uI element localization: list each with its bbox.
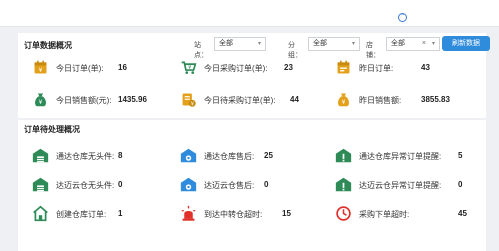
calendar-order-icon: ¥ bbox=[34, 60, 47, 74]
stat-create-warehouse-order: 创建仓库订单: 1 bbox=[32, 203, 172, 225]
pending-purchase-icon: ¥ bbox=[182, 93, 196, 107]
stat-today-purchase-orders: ¥ 今日采购订单(单): 23 bbox=[180, 57, 320, 79]
stat-label: 通达仓库售后: bbox=[204, 152, 255, 161]
warehouse-alert-icon bbox=[335, 177, 352, 192]
stat-value: 43 bbox=[421, 63, 430, 72]
close-icon[interactable]: × bbox=[422, 38, 426, 50]
store-select-value: 全部 bbox=[391, 40, 405, 47]
refresh-data-button[interactable]: 刷新数据 bbox=[442, 36, 490, 51]
stat-today-orders: ¥ 今日订单(单): 16 bbox=[32, 57, 172, 79]
money-bag-icon: ¥ bbox=[35, 93, 46, 107]
stat-today-pending-purchase: ¥ 今日待采购订单(单): 44 bbox=[180, 89, 320, 111]
stat-label: 今日销售额(元): bbox=[56, 96, 112, 105]
stat-value: 5 bbox=[458, 151, 463, 160]
stat-damai-headless: 达迈云仓无头件: 0 bbox=[32, 174, 172, 196]
stat-label: 今日采购订单(单): bbox=[204, 64, 268, 73]
stat-transit-timeout: 到达中转仓超时: 15 bbox=[180, 203, 320, 225]
warehouse-alert-icon bbox=[335, 148, 352, 163]
order-pending-panel: 订单待处理概况 通达仓库无头件: 8 通达仓库售后: 25 通达仓库异常订单提醒… bbox=[18, 120, 486, 251]
chevron-down-icon: ▾ bbox=[257, 41, 261, 47]
site-select-value: 全部 bbox=[219, 40, 233, 47]
stat-purchase-timeout: 采购下单超时: 45 bbox=[335, 203, 485, 225]
stat-label: 今日订单(单): bbox=[56, 64, 104, 73]
alarm-light-icon bbox=[181, 205, 196, 221]
stat-label: 昨日订单: bbox=[359, 64, 394, 73]
stat-value: 0 bbox=[118, 180, 123, 189]
stat-value: 25 bbox=[264, 151, 273, 160]
yesterday-sales-icon: ¥ bbox=[338, 93, 349, 107]
stat-label: 创建仓库订单: bbox=[56, 210, 107, 219]
stat-tongda-aftersale: 通达仓库售后: 25 bbox=[180, 145, 320, 167]
stat-value: 23 bbox=[284, 63, 293, 72]
stat-label: 昨日销售额: bbox=[359, 96, 402, 105]
stat-label: 通达仓库无头件: bbox=[56, 152, 115, 161]
stat-value: 1435.96 bbox=[118, 95, 147, 104]
chevron-down-icon: ▾ bbox=[351, 41, 355, 47]
stat-label: 采购下单超时: bbox=[359, 210, 410, 219]
store-select[interactable]: 全部 × ▾ bbox=[386, 37, 440, 51]
stat-label: 达迈云仓售后: bbox=[204, 181, 255, 190]
stat-label: 今日待采购订单(单): bbox=[204, 96, 276, 105]
chevron-up-icon[interactable]: ⌃ bbox=[398, 13, 407, 22]
calendar-yesterday-icon bbox=[337, 60, 350, 74]
stat-tongda-exception: 通达仓库异常订单提醒: 5 bbox=[335, 145, 485, 167]
section-title-pending: 订单待处理概况 bbox=[24, 125, 80, 134]
svg-text:¥: ¥ bbox=[39, 67, 43, 74]
svg-text:¥: ¥ bbox=[39, 99, 43, 106]
group-select[interactable]: 全部 ▾ bbox=[308, 37, 360, 51]
top-bar: ⌃ bbox=[0, 0, 499, 27]
section-title-overview: 订单数据概况 bbox=[24, 41, 72, 50]
warehouse-aftersale-icon bbox=[180, 148, 197, 163]
stat-value: 44 bbox=[290, 95, 299, 104]
stat-value: 8 bbox=[118, 151, 123, 160]
stat-tongda-headless: 通达仓库无头件: 8 bbox=[32, 145, 172, 167]
home-order-icon bbox=[33, 205, 48, 222]
stat-value: 0 bbox=[264, 180, 269, 189]
cart-purchase-icon: ¥ bbox=[181, 61, 197, 74]
stat-value: 45 bbox=[458, 209, 467, 218]
stat-value: 16 bbox=[118, 63, 127, 72]
stat-label: 达迈云仓无头件: bbox=[56, 181, 115, 190]
stat-value: 15 bbox=[282, 209, 291, 218]
warehouse-aftersale-icon bbox=[180, 177, 197, 192]
stat-yesterday-orders: 昨日订单: 43 bbox=[335, 57, 475, 79]
clock-timeout-icon bbox=[336, 206, 351, 221]
stat-value: 3855.83 bbox=[421, 95, 450, 104]
group-select-value: 全部 bbox=[313, 40, 327, 47]
order-overview-panel: 订单数据概况 站点： 全部 ▾ 分组： 全部 ▾ 店铺： 全部 × ▾ 刷新数据… bbox=[18, 33, 490, 118]
stat-damai-aftersale: 达迈云仓售后: 0 bbox=[180, 174, 320, 196]
svg-text:¥: ¥ bbox=[342, 99, 346, 106]
stat-value: 1 bbox=[118, 209, 123, 218]
site-select[interactable]: 全部 ▾ bbox=[214, 37, 266, 51]
stat-label: 达迈云仓异常订单提醒: bbox=[359, 181, 442, 190]
chevron-down-icon: ▾ bbox=[431, 41, 435, 47]
stat-today-sales: ¥ 今日销售额(元): 1435.96 bbox=[32, 89, 172, 111]
stat-label: 通达仓库异常订单提醒: bbox=[359, 152, 442, 161]
stat-damai-exception: 达迈云仓异常订单提醒: 0 bbox=[335, 174, 485, 196]
stat-value: 0 bbox=[458, 180, 463, 189]
warehouse-icon bbox=[32, 148, 49, 163]
stat-yesterday-sales: ¥ 昨日销售额: 3855.83 bbox=[335, 89, 485, 111]
stat-label: 到达中转仓超时: bbox=[204, 210, 263, 219]
warehouse-icon bbox=[32, 177, 49, 192]
